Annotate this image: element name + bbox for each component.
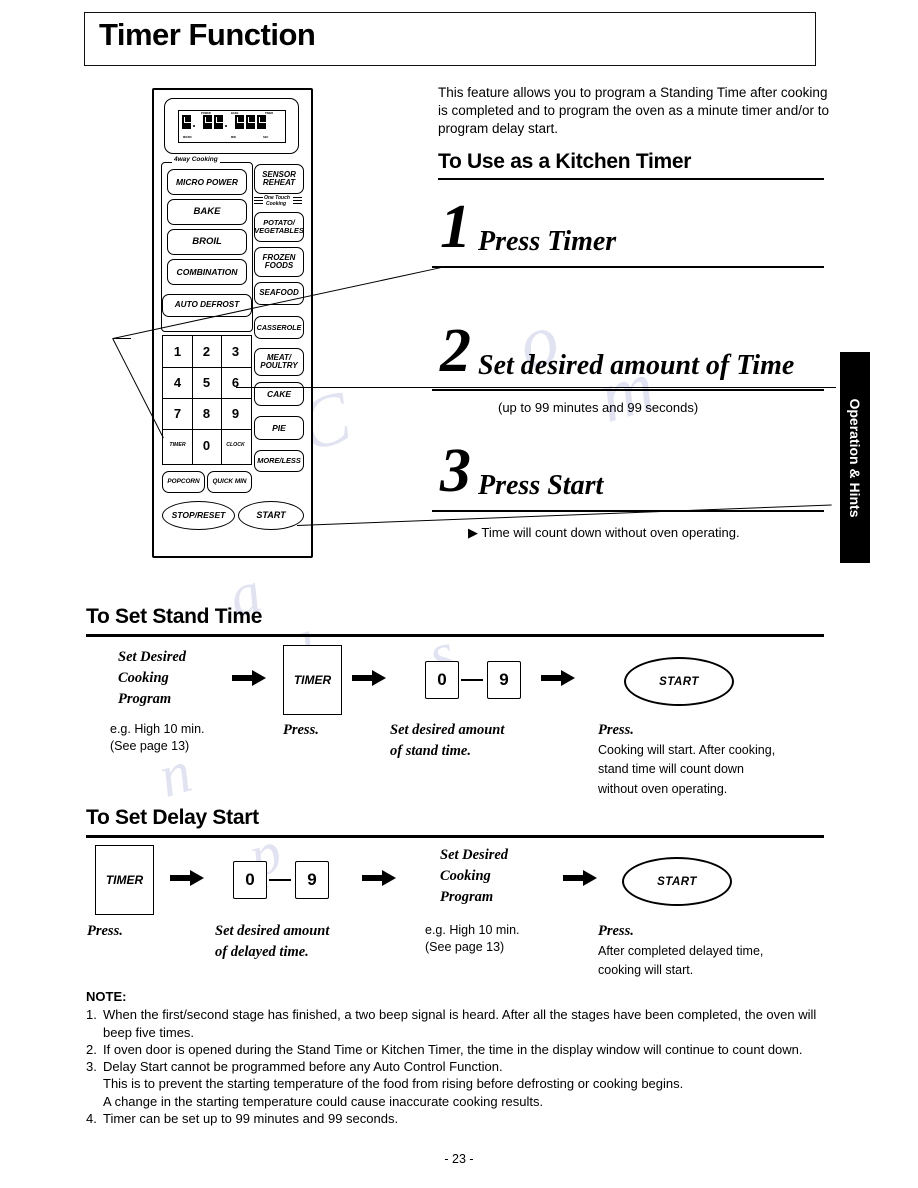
heading-rule-delay-start — [86, 835, 824, 838]
notes-title: NOTE: — [86, 989, 127, 1004]
heading-kitchen-timer: To Use as a Kitchen Timer — [438, 150, 692, 173]
keypad-key-timer[interactable]: TIMER — [163, 429, 192, 461]
delay-start-program-label: Set Desired Cooking Program — [440, 847, 509, 906]
manual-page: C o m a l n p s Timer Function Operation… — [0, 0, 918, 1188]
stand-time-caption-2: Press. — [283, 722, 319, 738]
keypad-key-7[interactable]: 7 — [163, 398, 192, 429]
step-2-number: 2 — [440, 317, 471, 385]
note-item: 3. Delay Start cannot be programmed befo… — [86, 1059, 503, 1075]
display-segments — [182, 115, 267, 129]
step-1-rule — [432, 266, 824, 269]
arrow-icon-3 — [541, 670, 575, 686]
note-item-3-sub1: This is to prevent the starting temperat… — [103, 1076, 684, 1092]
heading-delay-start: To Set Delay Start — [86, 806, 259, 829]
arrow-icon-1 — [232, 670, 266, 686]
stand-time-caption-4-title: Press. — [598, 722, 634, 738]
button-potato-vegetables[interactable]: POTATO/ VEGETABLES — [254, 212, 304, 242]
notes-block: NOTE: 1. When the first/second stage has… — [86, 988, 846, 1127]
delay-start-timer-button[interactable]: TIMER — [95, 845, 154, 915]
button-casserole[interactable]: CASSEROLE — [254, 316, 304, 339]
button-combination[interactable]: COMBINATION — [167, 259, 247, 285]
delay-start-caption-4-title: Press. — [598, 923, 634, 939]
group-label-one-touch-cooking: One Touch Cooking — [254, 195, 302, 210]
button-stop-reset[interactable]: STOP/RESET — [162, 501, 235, 530]
heading-stand-time: To Set Stand Time — [86, 605, 263, 628]
range-dash-2 — [269, 879, 291, 881]
page-title: Timer Function — [99, 17, 316, 52]
keypad-key-8[interactable]: 8 — [192, 398, 221, 429]
arrow-icon-5 — [362, 870, 396, 886]
button-bake[interactable]: BAKE — [167, 199, 247, 225]
keypad-key-1[interactable]: 1 — [163, 336, 192, 367]
step-1-number: 1 — [440, 193, 471, 261]
button-more-less[interactable]: MORE/LESS — [254, 450, 304, 472]
button-quick-min[interactable]: QUICK MIN — [207, 471, 252, 493]
note-item: 4. Timer can be set up to 99 minutes and… — [86, 1110, 399, 1126]
note-item-3-sub2: A change in the starting temperature cou… — [103, 1093, 544, 1109]
range-dash-1 — [461, 679, 483, 681]
delay-start-start-button[interactable]: START — [622, 857, 732, 906]
leader-line-step2 — [236, 387, 836, 388]
stand-time-timer-button[interactable]: TIMER — [283, 645, 342, 715]
note-item: 1. When the first/second stage has finis… — [86, 1007, 817, 1040]
note-item: 2. If oven door is opened during the Sta… — [86, 1041, 803, 1057]
step-3-rule — [432, 510, 824, 513]
delay-start-digit-to[interactable]: 9 — [295, 861, 329, 899]
delay-start-caption-3: e.g. High 10 min. (See page 13) — [425, 923, 520, 954]
button-popcorn[interactable]: POPCORN — [162, 471, 205, 493]
button-start[interactable]: START — [238, 501, 304, 530]
leader-line-start-to-step3 — [297, 504, 832, 526]
arrow-icon-6 — [563, 870, 597, 886]
button-meat-poultry[interactable]: MEAT/ POULTRY — [254, 348, 304, 376]
button-pie[interactable]: PIE — [254, 416, 304, 440]
button-sensor-reheat[interactable]: SENSOR REHEAT — [254, 164, 304, 194]
keypad-key-4[interactable]: 4 — [163, 367, 192, 398]
keypad-key-6[interactable]: 6 — [221, 367, 250, 398]
group-label-4way-cooking: 4way Cooking — [172, 156, 220, 163]
step-3-text: Press Start — [478, 470, 604, 501]
section-tab-label: Operation & Hints — [847, 397, 863, 518]
intro-paragraph: This feature allows you to program a Sta… — [438, 85, 829, 136]
stand-time-caption-4-body: Cooking will start. After cooking, stand… — [598, 743, 776, 796]
heading-rule-stand-time — [86, 634, 824, 637]
keypad-key-9[interactable]: 9 — [221, 398, 250, 429]
keypad-key-clock[interactable]: CLOCK — [221, 429, 250, 461]
button-auto-defrost[interactable]: AUTO DEFROST — [162, 294, 252, 317]
step-3-number: 3 — [440, 437, 471, 505]
stand-time-start-button[interactable]: START — [624, 657, 734, 706]
button-micro-power[interactable]: MICRO POWER — [167, 169, 247, 195]
notes-list: 1. When the first/second stage has finis… — [86, 1006, 846, 1127]
step-1-text: Press Timer — [478, 226, 617, 257]
numeric-keypad: 1 2 3 4 5 6 7 8 9 TIMER 0 CLOCK — [162, 335, 252, 465]
page-number: - 23 - — [444, 1152, 474, 1166]
display-lcd: POWER BAKE TIMER MICRO MIN SEC — [178, 110, 286, 143]
delay-start-caption-2: Set desired amount of delayed time. — [215, 923, 330, 961]
stand-time-caption-1: e.g. High 10 min. (See page 13) — [110, 722, 205, 753]
stand-time-caption-3: Set desired amount of stand time. — [390, 722, 505, 760]
step-2-subtext: (up to 99 minutes and 99 seconds) — [498, 400, 699, 415]
stand-time-digit-from[interactable]: 0 — [425, 661, 459, 699]
delay-start-caption-4-body: After completed delayed time, cooking wi… — [598, 944, 764, 978]
arrow-icon-2 — [352, 670, 386, 686]
keypad-key-2[interactable]: 2 — [192, 336, 221, 367]
button-cake[interactable]: CAKE — [254, 382, 304, 406]
page-title-box: Timer Function — [84, 12, 816, 66]
delay-start-caption-1: Press. — [87, 923, 123, 939]
section-tab: Operation & Hints — [840, 352, 870, 563]
stand-time-digit-to[interactable]: 9 — [487, 661, 521, 699]
arrow-icon-4 — [170, 870, 204, 886]
keypad-key-5[interactable]: 5 — [192, 367, 221, 398]
step-2-text: Set desired amount of Time — [478, 350, 795, 381]
display-window: POWER BAKE TIMER MICRO MIN SEC — [164, 98, 299, 154]
keypad-key-0[interactable]: 0 — [192, 429, 221, 461]
delay-start-digit-from[interactable]: 0 — [233, 861, 267, 899]
control-panel-illustration: POWER BAKE TIMER MICRO MIN SEC 4way Cook… — [152, 88, 313, 558]
step-2-rule — [432, 389, 824, 392]
button-broil[interactable]: BROIL — [167, 229, 247, 255]
button-frozen-foods[interactable]: FROZEN FOODS — [254, 247, 304, 277]
stand-time-program-label: Set Desired Cooking Program — [118, 649, 187, 708]
keypad-key-3[interactable]: 3 — [221, 336, 250, 367]
step-3-subtext: ▶ Time will count down without oven oper… — [468, 525, 740, 540]
heading-rule-kitchen-timer — [438, 178, 824, 181]
